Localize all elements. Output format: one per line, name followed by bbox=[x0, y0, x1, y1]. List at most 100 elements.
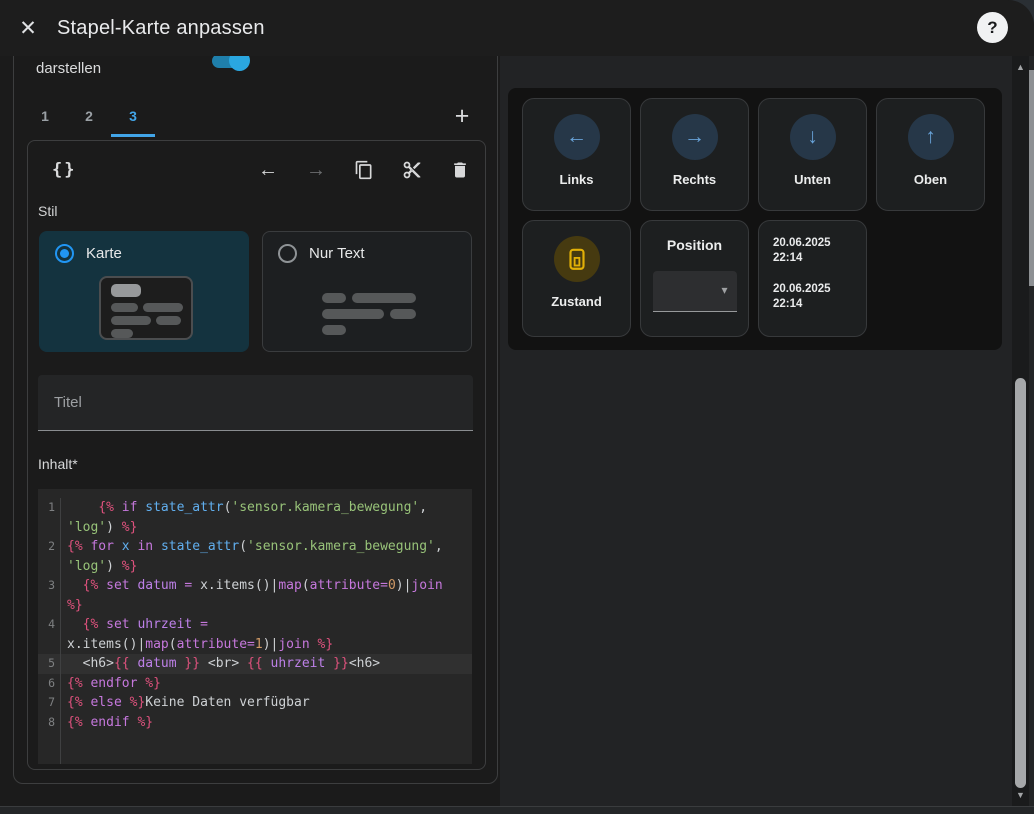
dialog-title: Stapel-Karte anpassen bbox=[57, 17, 265, 40]
tab-3[interactable]: 3 bbox=[111, 98, 155, 137]
outer-scrollbar-thumb[interactable] bbox=[1029, 70, 1034, 286]
delete-trash-icon[interactable] bbox=[449, 159, 471, 181]
code-line-4: 4 {% set uhrzeit = x.items()|map(attribu… bbox=[38, 615, 472, 654]
title-input[interactable] bbox=[38, 375, 473, 431]
scrollbar-thumb[interactable] bbox=[1015, 378, 1026, 788]
radio-unselected-icon[interactable] bbox=[278, 244, 297, 263]
card-preview: ← Links → Rechts ↓ Unten ↑Oben Zustand Positio… bbox=[508, 88, 1002, 350]
thumbnail-bar bbox=[111, 284, 141, 297]
preview-card-label: Links bbox=[560, 172, 594, 187]
dialog-bottom-edge bbox=[0, 806, 1034, 814]
line-number: 3 bbox=[38, 576, 61, 615]
style-option-header: Nur Text bbox=[278, 244, 365, 263]
stack-card-dialog: ✕ Stapel-Karte anpassen ? darstellen 123… bbox=[0, 0, 1034, 814]
code-text: {% endif %} bbox=[61, 713, 454, 733]
code-text: {% else %}Keine Daten verfügbar bbox=[61, 693, 454, 713]
copy-icon[interactable] bbox=[353, 159, 375, 181]
scroll-up-icon[interactable]: ▲ bbox=[1012, 60, 1029, 74]
preview-card-label: Rechts bbox=[673, 172, 716, 187]
tab-1[interactable]: 1 bbox=[23, 98, 67, 137]
editor-toolbar: {} ← → bbox=[28, 141, 485, 199]
editor-empty-area bbox=[38, 732, 472, 764]
line-number: 2 bbox=[38, 537, 61, 576]
code-braces-icon[interactable]: {} bbox=[52, 160, 76, 180]
style-option-card[interactable]: Karte bbox=[39, 231, 249, 352]
line-number: 6 bbox=[38, 674, 61, 694]
timestamp-date: 20.06.2025 bbox=[773, 282, 831, 297]
redo-icon[interactable]: → bbox=[305, 159, 327, 181]
vertical-scrollbar: ▲ ▼ bbox=[1012, 56, 1029, 806]
code-line-2: 2{% for x in state_attr('sensor.kamera_b… bbox=[38, 537, 472, 576]
timestamp-time: 22:14 bbox=[773, 251, 831, 266]
code-line-8: 8{% endif %} bbox=[38, 713, 472, 733]
position-select[interactable]: ▾ bbox=[653, 271, 737, 312]
card-style-thumbnail bbox=[99, 276, 193, 340]
preview-card-state[interactable]: Zustand bbox=[522, 220, 631, 337]
timestamp-entry: 20.06.2025 22:14 bbox=[773, 236, 831, 266]
dialog-header: ✕ Stapel-Karte anpassen ? bbox=[0, 0, 1034, 56]
style-option-label: Nur Text bbox=[309, 245, 365, 262]
preview-card-label: Zustand bbox=[551, 294, 602, 309]
style-option-text-only[interactable]: Nur Text bbox=[262, 231, 472, 352]
help-icon[interactable]: ? bbox=[977, 12, 1008, 43]
code-line-6: 6{% endfor %} bbox=[38, 674, 472, 694]
thumbnail-bar bbox=[352, 293, 416, 303]
preview-card-oben[interactable]: ↑Oben bbox=[876, 98, 985, 211]
line-number: 4 bbox=[38, 615, 61, 654]
thumbnail-bar bbox=[156, 316, 181, 325]
close-icon[interactable]: ✕ bbox=[13, 13, 43, 43]
code-line-3: 3 {% set datum = x.items()|map(attribute… bbox=[38, 576, 472, 615]
code-text: {% set uhrzeit = x.items()|map(attribute… bbox=[61, 615, 454, 654]
preview-card-links[interactable]: ← Links bbox=[522, 98, 631, 211]
code-line-1: 1 {% if state_attr('sensor.kamera_bewegu… bbox=[38, 498, 472, 537]
undo-icon[interactable]: ← bbox=[257, 159, 279, 181]
code-text: {% set datum = x.items()|map(attribute=0… bbox=[61, 576, 454, 615]
line-number: 8 bbox=[38, 713, 61, 733]
code-line-7: 7{% else %}Keine Daten verfügbar bbox=[38, 693, 472, 713]
arrow-down-icon: ↓ bbox=[790, 114, 836, 160]
style-option-label: Karte bbox=[86, 245, 122, 262]
thumbnail-bar bbox=[111, 303, 138, 312]
preview-card-rechts[interactable]: → Rechts bbox=[640, 98, 749, 211]
timestamp-entry: 20.06.2025 22:14 bbox=[773, 282, 831, 312]
thumbnail-bar bbox=[111, 316, 151, 325]
cut-scissors-icon[interactable] bbox=[401, 159, 423, 181]
thumbnail-bar bbox=[143, 303, 183, 312]
radio-selected-icon[interactable] bbox=[55, 244, 74, 263]
add-tab-button[interactable]: + bbox=[446, 100, 478, 132]
code-line-5: 5 <h6>{{ datum }} <br> {{ uhrzeit }}<h6> bbox=[38, 654, 472, 674]
style-section-label: Stil bbox=[38, 203, 57, 219]
scroll-down-icon[interactable]: ▼ bbox=[1012, 788, 1029, 802]
thumbnail-bar bbox=[322, 309, 384, 319]
preview-card-timestamps: 20.06.2025 22:14 20.06.2025 22:14 bbox=[758, 220, 867, 337]
preview-row-1: ← Links → Rechts ↓ Unten ↑Oben bbox=[522, 98, 988, 211]
code-editor[interactable]: 1 {% if state_attr('sensor.kamera_bewegu… bbox=[38, 489, 472, 764]
door-icon bbox=[554, 236, 600, 282]
preview-row-2: Zustand Position ▾ 20.06.2025 22:14 20.0… bbox=[522, 220, 988, 337]
line-number: 5 bbox=[38, 654, 61, 674]
code-text: {% for x in state_attr('sensor.kamera_be… bbox=[61, 537, 454, 576]
thumbnail-bar bbox=[322, 325, 346, 335]
tab-bar: 123 bbox=[23, 98, 155, 137]
toolbar-icons: ← → bbox=[257, 159, 471, 181]
arrow-left-icon: ← bbox=[554, 114, 600, 160]
thumbnail-bar bbox=[111, 329, 133, 338]
style-option-header: Karte bbox=[55, 244, 122, 263]
card-editor-panel: {} ← → Stil Karte bbox=[27, 140, 486, 770]
preview-card-label: Unten bbox=[794, 172, 831, 187]
thumbnail-bar bbox=[322, 293, 346, 303]
chevron-down-icon: ▾ bbox=[721, 283, 727, 297]
visibility-toggle-label: darstellen bbox=[36, 60, 101, 77]
preview-card-position: Position ▾ bbox=[640, 220, 749, 337]
code-text: <h6>{{ datum }} <br> {{ uhrzeit }}<h6> bbox=[61, 654, 454, 674]
style-options: Karte Nur Text bbox=[39, 231, 472, 352]
outer-scrollbar bbox=[1029, 56, 1034, 814]
timestamp-date: 20.06.2025 bbox=[773, 236, 831, 251]
content-field-label: Inhalt* bbox=[38, 456, 78, 472]
preview-card-unten[interactable]: ↓ Unten bbox=[758, 98, 867, 211]
tab-2[interactable]: 2 bbox=[67, 98, 111, 137]
code-text: {% if state_attr('sensor.kamera_bewegung… bbox=[61, 498, 454, 537]
arrow-right-icon: → bbox=[672, 114, 718, 160]
thumbnail-bar bbox=[390, 309, 416, 319]
line-number: 7 bbox=[38, 693, 61, 713]
